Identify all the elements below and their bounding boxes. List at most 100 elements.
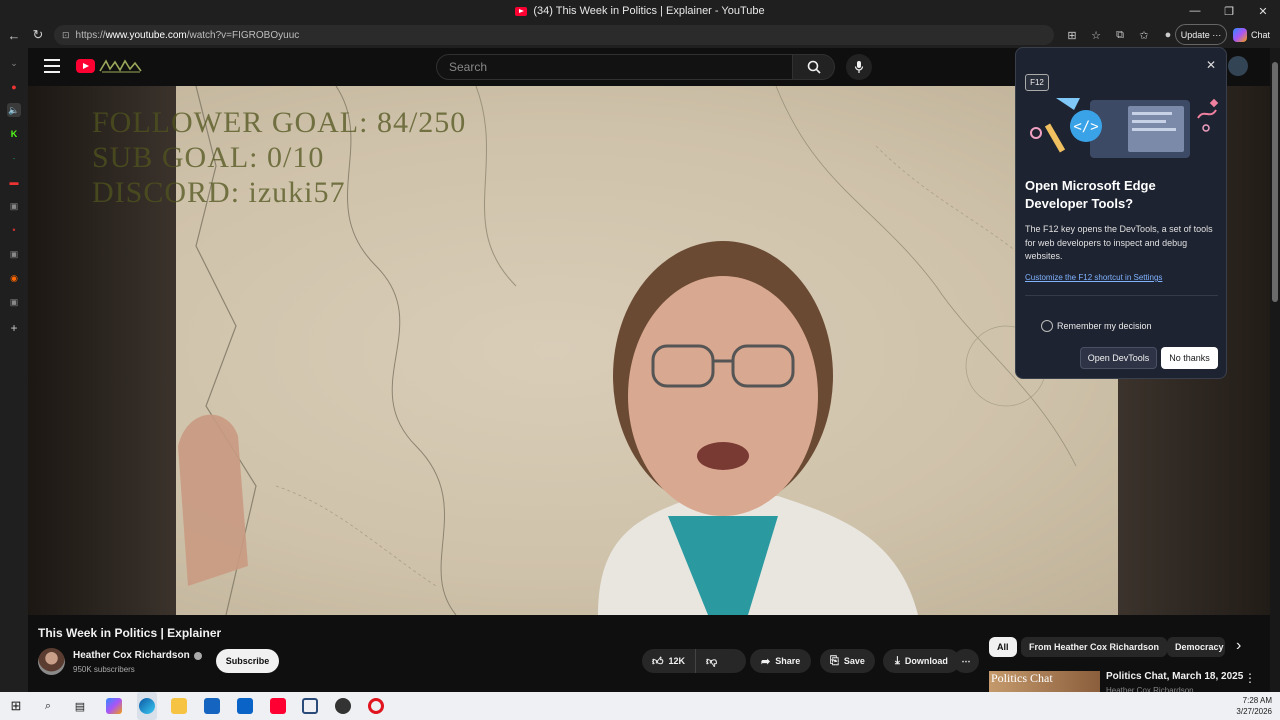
like-dislike-group: 👍︎ 12K 👎︎ — [642, 649, 746, 673]
refresh-button[interactable]: ↻ — [26, 23, 50, 47]
tab-dot-icon[interactable]: · — [7, 151, 21, 165]
more-icon: ··· — [1212, 29, 1222, 40]
chip-democracy[interactable]: Democracy — [1167, 637, 1225, 657]
edge-tabs-sidebar: ⌄ ● 🔈 K · ▬ ▣ • ▣ ◉ ▣ + — [0, 48, 28, 692]
account-avatar[interactable] — [1228, 56, 1248, 76]
edge-browser-icon[interactable] — [139, 698, 155, 714]
recommendation-thumbnail[interactable]: Politics Chat — [989, 671, 1100, 692]
youtube-logo-icon[interactable] — [76, 59, 95, 73]
window-title: (34) This Week in Politics | Explainer -… — [533, 5, 765, 17]
menu-icon[interactable] — [44, 59, 60, 73]
search-button[interactable] — [793, 54, 835, 80]
video-presenter — [598, 241, 918, 615]
checkbox-label: Remember my decision — [1057, 321, 1152, 331]
tab-red-icon[interactable]: • — [7, 223, 21, 237]
dialog-body: The F12 key opens the DevTools, a set of… — [1025, 224, 1213, 261]
url-path: /watch?v=FIGROBOyuuc — [186, 29, 300, 41]
search-input[interactable] — [436, 54, 793, 80]
window-controls: — ❐ ✕ — [1178, 0, 1280, 22]
channel-avatar[interactable] — [38, 648, 65, 675]
file-explorer-icon[interactable] — [171, 698, 187, 714]
site-info-icon[interactable]: ⊡ — [62, 30, 70, 41]
tab-page2-icon[interactable]: ▣ — [7, 247, 21, 261]
recommendation-title[interactable]: Politics Chat, March 18, 2025 — [1106, 671, 1243, 682]
download-icon: ⤓ — [895, 654, 900, 667]
download-button[interactable]: ⤓ Download — [883, 649, 960, 673]
minimize-button[interactable]: — — [1178, 0, 1212, 22]
new-tab-icon[interactable]: + — [7, 321, 21, 335]
microphone-icon — [854, 61, 864, 73]
copilot-taskbar-icon[interactable] — [106, 698, 122, 714]
copilot-icon — [1233, 28, 1247, 42]
tab-kick-icon[interactable]: K — [7, 127, 21, 141]
close-window-button[interactable]: ✕ — [1246, 0, 1280, 22]
back-button[interactable]: ← — [2, 23, 26, 47]
store-icon[interactable] — [204, 698, 220, 714]
tab-page-icon[interactable]: ▣ — [7, 199, 21, 213]
chat-label: Chat — [1251, 30, 1271, 40]
browser-toolbar: ← ↻ ⊡ https://www.youtube.com/watch?v=FI… — [0, 22, 1280, 48]
app-icon[interactable] — [302, 698, 318, 714]
video-details: This Week in Politics | Explainer Heathe… — [28, 615, 1270, 695]
youtube-app-icon[interactable] — [270, 698, 286, 714]
remember-decision-checkbox[interactable]: Remember my decision — [1041, 320, 1152, 332]
channel-name-link[interactable]: Heather Cox Richardson — [73, 650, 202, 661]
collapse-chevron-icon[interactable]: ⌄ — [7, 56, 21, 70]
windows-start-icon[interactable]: ⊞ — [8, 698, 24, 714]
tab-reddit-icon[interactable]: ◉ — [7, 271, 21, 285]
search-icon[interactable]: ⌕ — [40, 698, 56, 714]
clock-date: 3/27/2026 — [1236, 707, 1272, 716]
subscriber-count: 950K subscribers — [73, 665, 135, 674]
devtools-illustration: </> — [1030, 98, 1219, 158]
share-button[interactable]: ➦ Share — [750, 649, 812, 673]
restore-button[interactable]: ❐ — [1212, 0, 1246, 22]
chips-next-icon[interactable]: › — [1236, 637, 1241, 655]
checkbox-icon[interactable] — [1041, 320, 1053, 332]
scrollbar-thumb[interactable] — [1272, 62, 1278, 302]
subscribe-button[interactable]: Subscribe — [216, 649, 279, 673]
dislike-button[interactable]: 👎︎ — [696, 655, 727, 668]
address-bar-icons: ⊞ ☆ ⧉ ✩ ● — [1060, 25, 1180, 45]
favorites-icon[interactable]: ✩ — [1132, 25, 1156, 45]
open-devtools-button[interactable]: Open DevTools — [1080, 347, 1157, 369]
recommendation-menu-icon[interactable]: ⋮ — [1244, 671, 1256, 685]
download-label: Download — [904, 656, 948, 666]
game-app-icon[interactable] — [335, 698, 351, 714]
voice-search-button[interactable] — [846, 54, 872, 80]
thumbs-up-icon: 👍︎ — [652, 655, 664, 668]
discord-text: DISCORD: izuki57 — [92, 176, 346, 209]
app-available-icon[interactable]: ⊞ — [1060, 25, 1084, 45]
window-titlebar: (34) This Week in Politics | Explainer -… — [0, 0, 1280, 22]
youtube-doodle-logo[interactable] — [98, 57, 144, 75]
task-view-icon[interactable]: ▤ — [72, 698, 88, 714]
presenter-hand — [178, 414, 248, 586]
save-button[interactable]: ⎘ Save — [820, 649, 875, 673]
favorite-star-icon[interactable]: ☆ — [1084, 25, 1108, 45]
page-scrollbar[interactable] — [1270, 48, 1280, 692]
opera-icon[interactable] — [368, 698, 384, 714]
tab-youtube-icon[interactable]: ● — [7, 80, 21, 94]
no-thanks-button[interactable]: No thanks — [1161, 347, 1218, 369]
search-icon — [807, 60, 821, 74]
system-clock[interactable]: 7:28 AM 3/27/2026 — [1236, 695, 1272, 717]
chip-all[interactable]: All — [989, 637, 1017, 657]
url-domain: www.youtube.com — [105, 29, 187, 41]
more-actions-button[interactable]: ⋯ — [953, 649, 979, 673]
tab-muted-icon[interactable]: 🔈 — [7, 103, 21, 117]
tab-news-icon[interactable]: ▬ — [7, 175, 21, 189]
like-button[interactable]: 👍︎ 12K — [642, 649, 697, 673]
tab-page3-icon[interactable]: ▣ — [7, 295, 21, 309]
outlook-icon[interactable] — [237, 698, 253, 714]
update-button[interactable]: Update ··· — [1175, 24, 1227, 45]
copilot-chat-button[interactable]: Chat — [1233, 25, 1270, 45]
channel-name: Heather Cox Richardson — [73, 650, 190, 661]
bookmark-icon: ⎘ — [830, 654, 839, 667]
video-title: This Week in Politics | Explainer — [38, 626, 222, 640]
dialog-divider — [1025, 295, 1218, 296]
close-icon[interactable]: ✕ — [1206, 58, 1216, 72]
address-bar[interactable]: ⊡ https://www.youtube.com/watch?v=FIGROB… — [54, 25, 1054, 45]
windows-taskbar: ⊞ ⌕ ▤ 7:28 AM 3/27/2026 — [0, 692, 1280, 720]
customize-shortcut-link[interactable]: Customize the F12 shortcut in Settings — [1025, 273, 1162, 282]
chip-from-channel[interactable]: From Heather Cox Richardson — [1021, 637, 1168, 657]
extensions-icon[interactable]: ⧉ — [1108, 25, 1132, 45]
